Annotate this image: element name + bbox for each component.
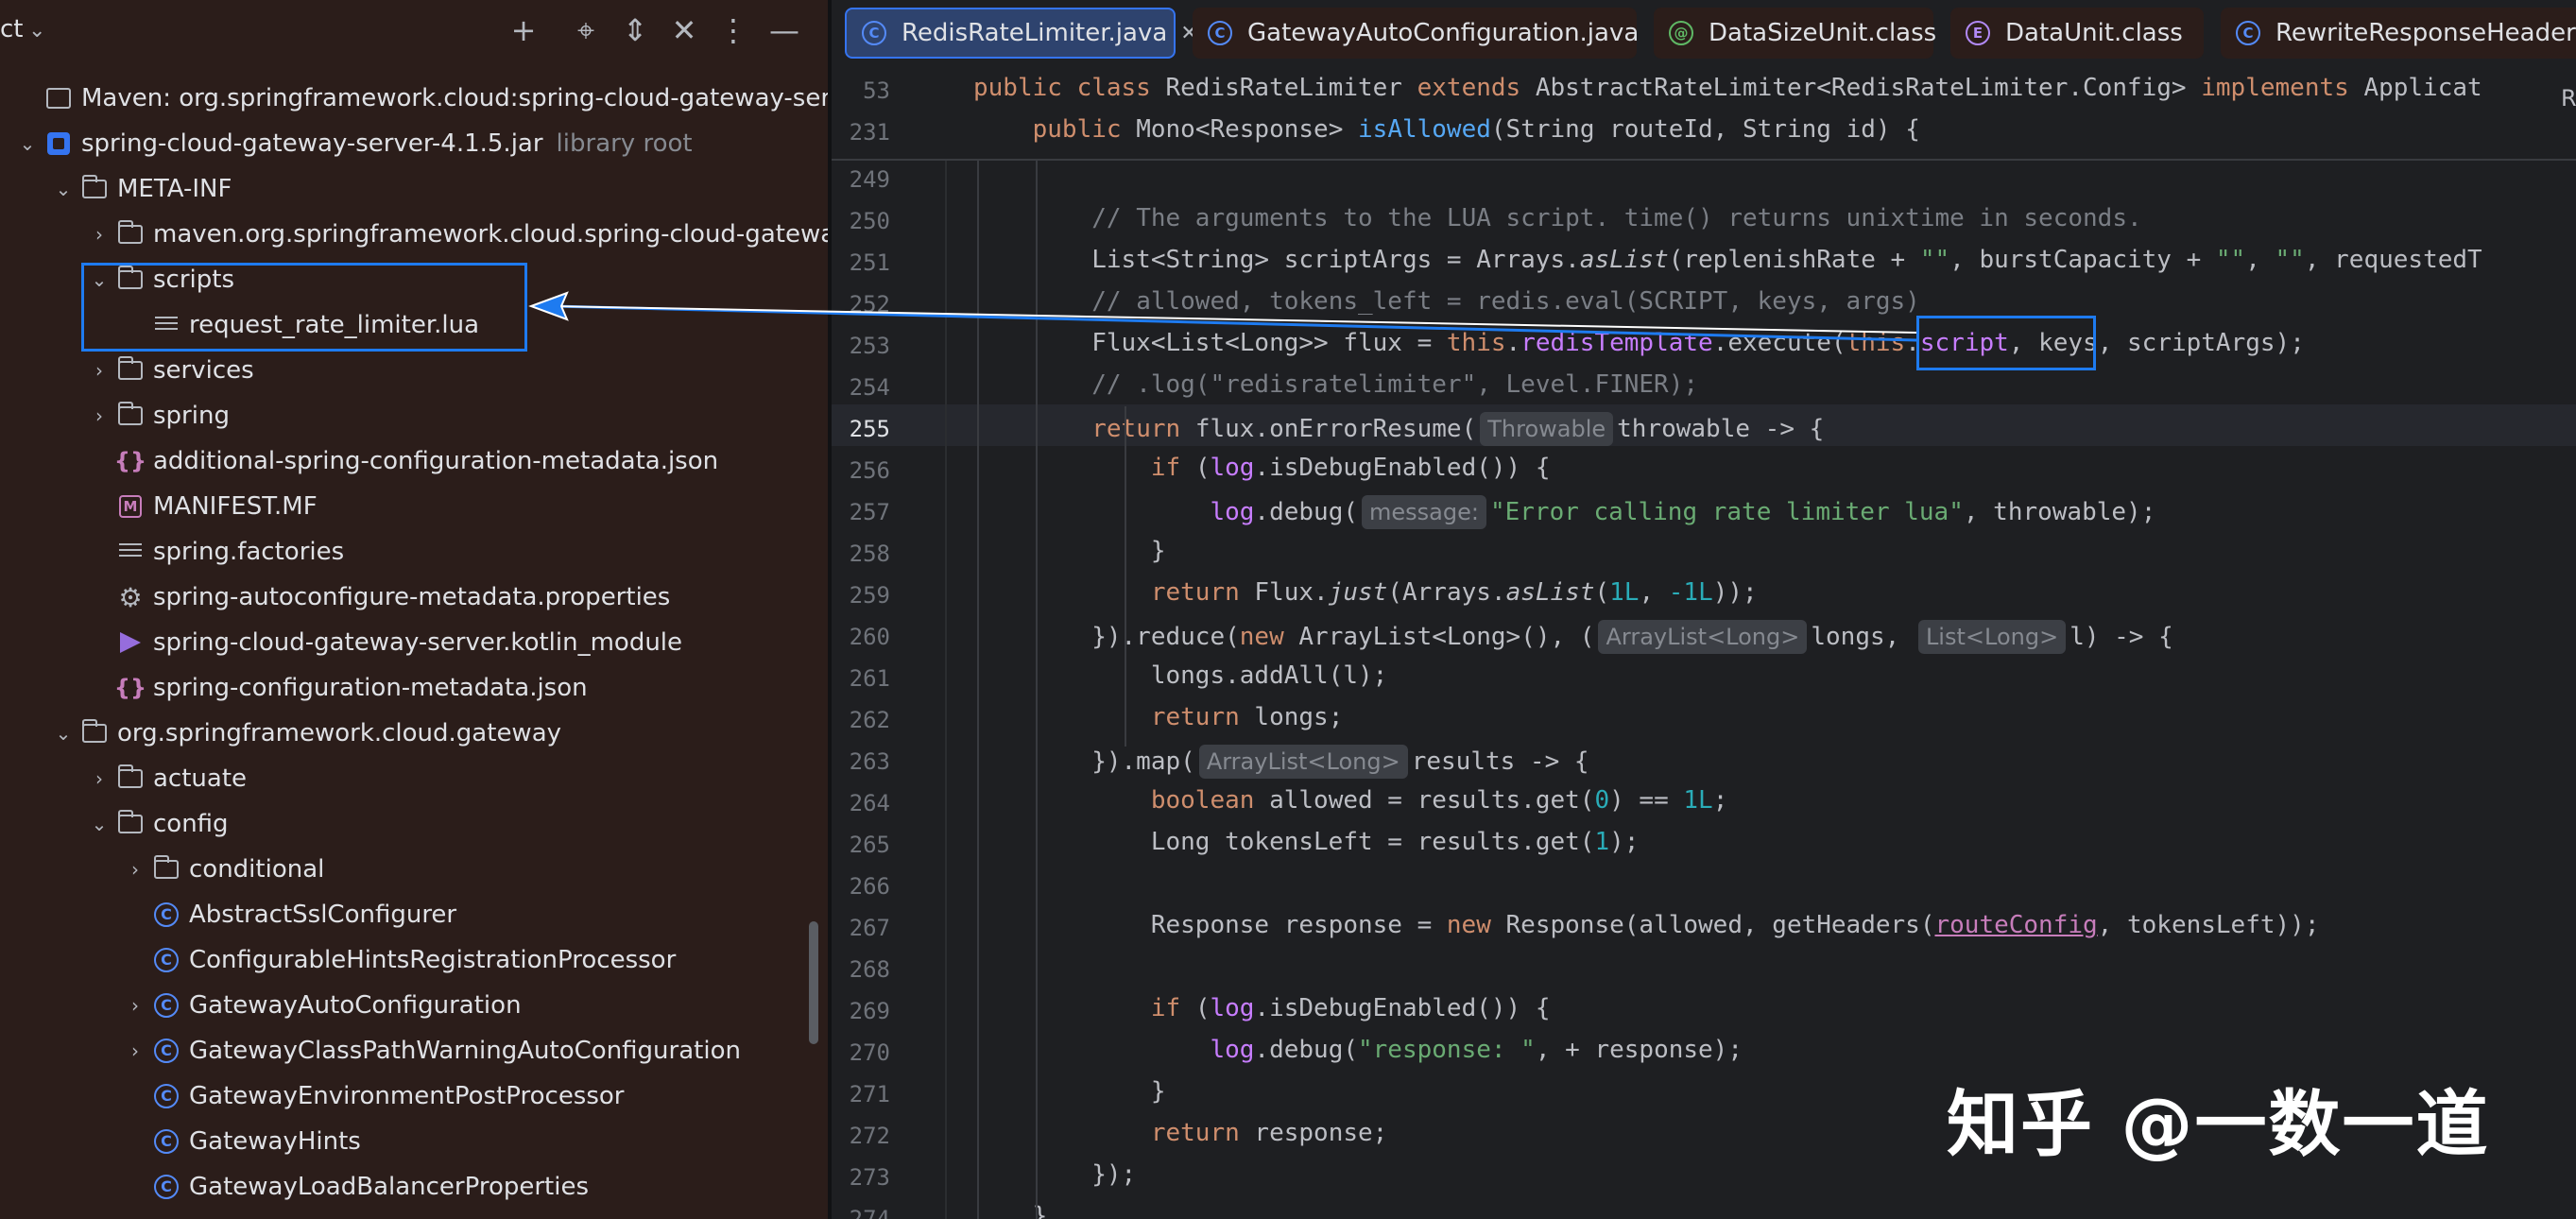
arrow-line-inner [553, 305, 1917, 334]
arrow-line-outer [553, 304, 1917, 342]
arrow-head [528, 291, 569, 321]
annotation-arrow [528, 291, 1917, 342]
